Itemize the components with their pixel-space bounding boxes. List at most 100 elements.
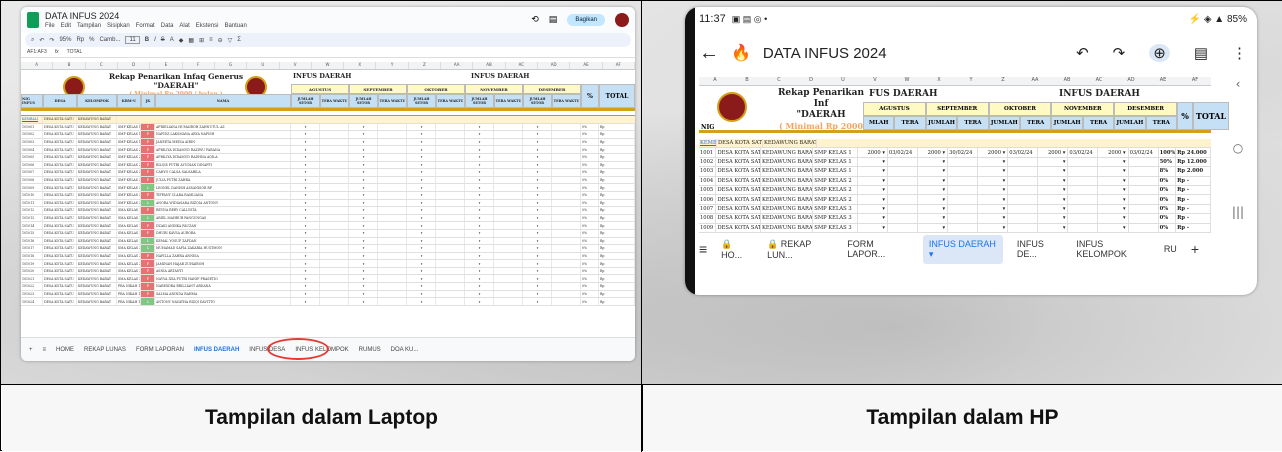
row-dropdown[interactable] (494, 267, 523, 275)
row-dropdown[interactable] (378, 275, 407, 283)
row-dropdown[interactable]: ▾ (291, 191, 320, 199)
row-dropdown[interactable]: ▾ (523, 283, 552, 290)
row-dropdown[interactable]: ▾ (465, 252, 494, 260)
row-dropdown[interactable]: ▾ (465, 184, 494, 191)
phone-row-amount[interactable]: 2000 ▾ (918, 148, 949, 157)
sheet-tab-1[interactable]: ≡ (43, 347, 47, 353)
row-dropdown[interactable] (378, 252, 407, 260)
phone-row-amount[interactable]: ▾ (858, 214, 888, 223)
menu-item-alat[interactable]: Alat (179, 23, 189, 29)
phone-row-amount[interactable]: ▾ (1038, 223, 1069, 232)
phone-row-amount[interactable]: ▾ (978, 223, 1009, 232)
row-dropdown[interactable]: ▾ (291, 153, 320, 161)
back-arrow-icon[interactable]: ← (699, 42, 719, 65)
row-dropdown[interactable]: ▾ (523, 123, 552, 131)
row-dropdown[interactable] (436, 199, 465, 207)
row-dropdown[interactable] (552, 153, 581, 161)
undo-icon[interactable]: ↶ (1076, 44, 1089, 62)
row-dropdown[interactable] (378, 176, 407, 184)
row-dropdown[interactable] (378, 267, 407, 275)
row-dropdown[interactable]: ▾ (465, 161, 494, 169)
phone-row-amount[interactable]: ▾ (858, 223, 888, 232)
menu-item-bantuan[interactable]: Bantuan (224, 23, 246, 29)
row-dropdown[interactable]: ▾ (407, 131, 436, 138)
row-dropdown[interactable] (552, 245, 581, 252)
row-dropdown[interactable] (320, 176, 349, 184)
laptop-spreadsheet-grid[interactable]: A B C D E F G U V W X Y Z AA AB AC AD AE AF Rekap Penarika… (21, 62, 635, 332)
row-dropdown[interactable] (552, 191, 581, 199)
menu-item-format[interactable]: Format (136, 23, 155, 29)
row-dropdown[interactable] (436, 169, 465, 176)
phone-row-amount[interactable]: ▾ (1038, 157, 1069, 167)
row-dropdown[interactable]: ▾ (523, 131, 552, 138)
row-dropdown[interactable]: ▾ (523, 138, 552, 146)
phone-sheet-tab-4[interactable]: INFUS DE... (1017, 239, 1062, 259)
row-dropdown[interactable]: ▾ (407, 252, 436, 260)
phone-row-amount[interactable]: ▾ (858, 157, 888, 167)
row-dropdown[interactable] (320, 161, 349, 169)
row-dropdown[interactable] (436, 214, 465, 222)
menu-item-tampilan[interactable]: Tampilan (77, 23, 101, 29)
row-dropdown[interactable]: ▾ (465, 237, 494, 245)
row-dropdown[interactable]: ▾ (465, 290, 494, 298)
font-select[interactable]: Camb... (99, 37, 120, 43)
row-dropdown[interactable] (494, 290, 523, 298)
filter-icon[interactable]: ▽ (228, 37, 233, 44)
row-dropdown[interactable]: ▾ (407, 283, 436, 290)
row-dropdown[interactable] (320, 275, 349, 283)
row-dropdown[interactable]: ▾ (523, 260, 552, 267)
row-dropdown[interactable] (552, 176, 581, 184)
more-icon[interactable]: ⋮ (1232, 44, 1247, 62)
row-dropdown[interactable] (378, 153, 407, 161)
row-dropdown[interactable]: ▾ (291, 123, 320, 131)
row-dropdown[interactable] (378, 146, 407, 153)
row-dropdown[interactable]: ▾ (291, 290, 320, 298)
row-dropdown[interactable]: ▾ (407, 290, 436, 298)
fill-color-icon[interactable]: ◆ (179, 37, 184, 44)
row-dropdown[interactable] (378, 237, 407, 245)
row-dropdown[interactable]: ▾ (291, 207, 320, 214)
row-dropdown[interactable] (494, 184, 523, 191)
row-dropdown[interactable]: ▾ (407, 153, 436, 161)
row-dropdown[interactable]: ▾ (349, 252, 378, 260)
row-dropdown[interactable] (552, 146, 581, 153)
row-dropdown[interactable]: ▾ (291, 214, 320, 222)
row-dropdown[interactable]: ▾ (407, 214, 436, 222)
row-dropdown[interactable]: ▾ (407, 146, 436, 153)
add-person-icon[interactable]: ⊕ (1149, 44, 1170, 62)
row-dropdown[interactable]: ▾ (523, 199, 552, 207)
row-dropdown[interactable]: ▾ (407, 222, 436, 229)
sheet-tab-8[interactable]: RUMUS (359, 347, 381, 353)
row-dropdown[interactable] (552, 237, 581, 245)
recents-icon[interactable]: ||| (1232, 205, 1244, 219)
row-dropdown[interactable] (436, 290, 465, 298)
row-dropdown[interactable] (552, 207, 581, 214)
redo-icon[interactable]: ↷ (49, 37, 54, 44)
phone-row-amount[interactable]: 2000 ▾ (1098, 148, 1129, 157)
row-dropdown[interactable] (436, 245, 465, 252)
row-dropdown[interactable] (552, 283, 581, 290)
phone-sheet-tab-5[interactable]: INFUS KELOMPOK (1076, 239, 1150, 259)
strike-icon[interactable]: S (161, 37, 165, 43)
text-color-icon[interactable]: A (170, 37, 174, 43)
row-dropdown[interactable]: ▾ (523, 275, 552, 283)
row-dropdown[interactable] (320, 252, 349, 260)
row-dropdown[interactable] (552, 214, 581, 222)
avatar[interactable] (615, 13, 629, 27)
row-dropdown[interactable]: ▾ (465, 267, 494, 275)
row-dropdown[interactable] (378, 245, 407, 252)
row-dropdown[interactable]: ▾ (349, 176, 378, 184)
sheet-tab-3[interactable]: REKAP LUNAS (84, 347, 126, 353)
row-dropdown[interactable] (494, 252, 523, 260)
row-dropdown[interactable] (378, 199, 407, 207)
row-dropdown[interactable] (552, 229, 581, 237)
row-dropdown[interactable]: ▾ (407, 161, 436, 169)
row-dropdown[interactable]: ▾ (349, 222, 378, 229)
row-dropdown[interactable]: ▾ (291, 176, 320, 184)
row-dropdown[interactable]: ▾ (523, 184, 552, 191)
row-dropdown[interactable] (320, 153, 349, 161)
phone-menu-icon[interactable]: ≡ (699, 241, 707, 257)
row-dropdown[interactable]: ▾ (349, 199, 378, 207)
comment-icon[interactable]: ▤ (1194, 44, 1208, 62)
row-dropdown[interactable]: ▾ (407, 298, 436, 305)
